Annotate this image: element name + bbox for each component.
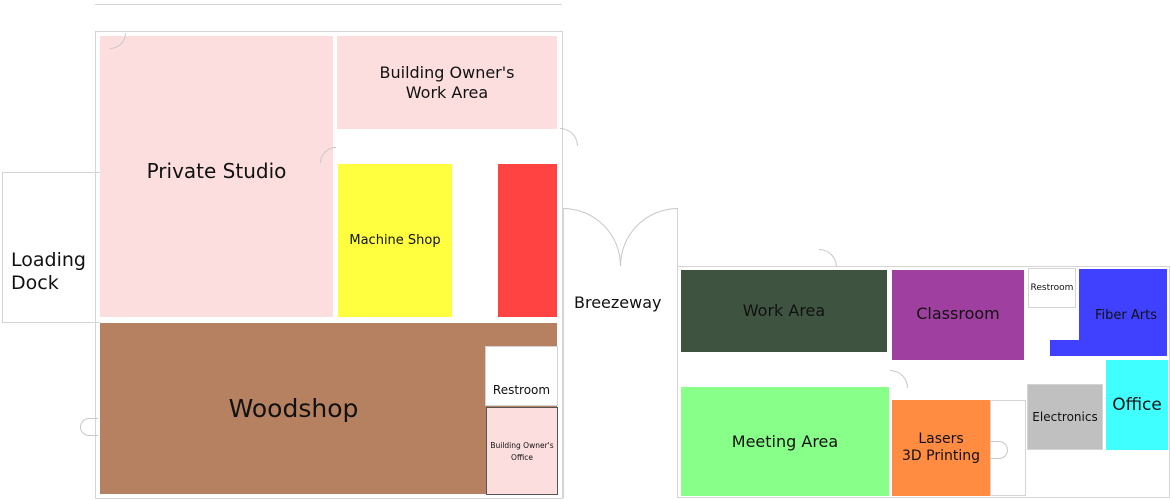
room-label: Classroom [916, 304, 1000, 323]
room-label: Woodshop [228, 393, 359, 423]
room-owner-office[interactable]: Building Owner's Office [486, 407, 558, 495]
room-owner-work-area[interactable]: Building Owner's Work Area [337, 36, 557, 129]
room-label-line1: Lasers [918, 431, 964, 448]
room-red-unlabeled[interactable] [498, 164, 557, 317]
door-work-area-north[interactable] [819, 249, 837, 267]
area-breezeway: Breezeway [574, 293, 662, 312]
room-meeting-area[interactable]: Meeting Area [681, 387, 889, 496]
room-label-line2: 3D Printing [902, 448, 980, 464]
loading-dock-wall [2, 172, 100, 323]
room-label: Fiber Arts [1095, 307, 1157, 323]
room-label: Restroom [1030, 282, 1074, 293]
room-label: Office [1112, 394, 1162, 415]
room-label: Electronics [1032, 409, 1098, 424]
room-label: Private Studio [146, 159, 287, 183]
door-west-building-east[interactable] [560, 128, 578, 146]
room-restroom-west[interactable]: Restroom [485, 346, 558, 406]
room-label: Machine Shop [349, 232, 441, 248]
room-label-line2: Work Area [405, 82, 489, 102]
door-lasers-east[interactable] [990, 441, 1008, 459]
room-fiber-arts[interactable]: Fiber Arts [1079, 269, 1167, 356]
room-lasers-3d-printing[interactable]: Lasers 3D Printing [892, 400, 990, 496]
room-label-line1: Building Owner's [490, 440, 554, 450]
area-loading-dock: Loading Dock [11, 249, 86, 295]
door-woodshop-west[interactable] [80, 418, 98, 436]
room-work-area[interactable]: Work Area [681, 270, 887, 352]
room-classroom[interactable]: Classroom [892, 270, 1024, 360]
room-office[interactable]: Office [1106, 360, 1168, 450]
room-label: Restroom [492, 382, 551, 397]
label-line2: Dock [11, 271, 59, 294]
label: Breezeway [574, 293, 662, 312]
room-private-studio[interactable]: Private Studio [100, 36, 333, 317]
room-label-line1: Building Owner's [379, 63, 515, 83]
top-boundary-line [95, 4, 562, 5]
room-restroom-east[interactable]: Restroom [1028, 268, 1076, 308]
room-electronics[interactable]: Electronics [1027, 384, 1103, 450]
label-line1: Loading [11, 249, 86, 271]
room-label: Work Area [742, 301, 826, 321]
room-fiber-arts-ext [1050, 340, 1080, 356]
room-label-line2: Office [511, 452, 533, 462]
room-label: Meeting Area [731, 431, 839, 451]
room-machine-shop[interactable]: Machine Shop [338, 164, 452, 317]
